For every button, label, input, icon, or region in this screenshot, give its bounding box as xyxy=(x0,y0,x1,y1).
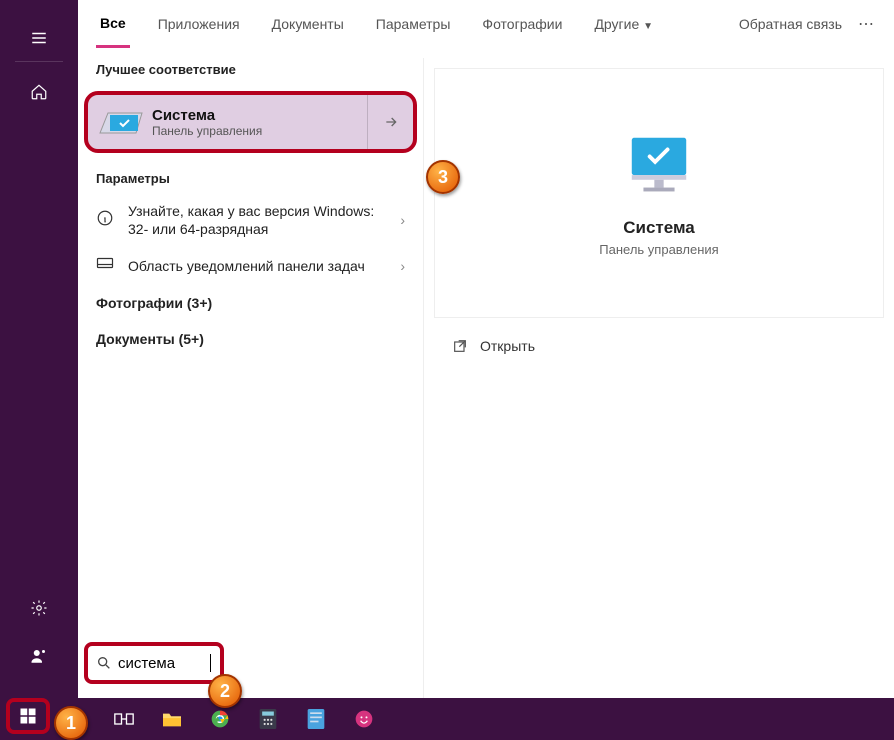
gear-icon[interactable] xyxy=(15,584,63,632)
preview-title: Система xyxy=(623,218,695,238)
list-item-label: Узнайте, какая у вас версия Windows: 32-… xyxy=(128,202,386,238)
notepad-icon[interactable] xyxy=(294,701,338,737)
calculator-icon[interactable] xyxy=(246,701,290,737)
callout-1: 1 xyxy=(54,706,88,740)
result-subtitle: Панель управления xyxy=(152,124,367,138)
open-label: Открыть xyxy=(480,338,535,354)
list-item-label: Область уведомлений панели задач xyxy=(128,257,386,275)
tab-apps[interactable]: Приложения xyxy=(154,2,244,46)
open-action[interactable]: Открыть xyxy=(424,328,894,364)
callout-3: 3 xyxy=(426,160,460,194)
account-icon[interactable] xyxy=(15,632,63,680)
tab-all[interactable]: Все xyxy=(96,1,130,48)
hamburger-icon[interactable] xyxy=(15,14,63,62)
results-column: Лучшее соответствие Система Панель управ… xyxy=(78,48,423,740)
preview-column: Система Панель управления Открыть xyxy=(423,58,894,740)
search-icon xyxy=(96,655,112,671)
search-input[interactable] xyxy=(118,655,204,672)
expand-arrow-icon[interactable] xyxy=(367,95,413,149)
best-match-result[interactable]: Система Панель управления xyxy=(84,91,417,153)
file-explorer-icon[interactable] xyxy=(150,701,194,737)
start-button[interactable] xyxy=(6,698,50,734)
search-box[interactable] xyxy=(84,642,224,684)
result-title: Система xyxy=(152,107,367,124)
more-icon[interactable]: ⋯ xyxy=(858,14,876,34)
search-tabs: Все Приложения Документы Параметры Фотог… xyxy=(78,0,894,48)
open-icon xyxy=(452,338,468,354)
app-icon[interactable] xyxy=(342,701,386,737)
summary-docs[interactable]: Документы (5+) xyxy=(78,321,423,357)
list-item[interactable]: Узнайте, какая у вас версия Windows: 32-… xyxy=(78,194,423,246)
info-icon xyxy=(96,209,114,232)
section-parameters: Параметры xyxy=(78,163,423,194)
summary-photos[interactable]: Фотографии (3+) xyxy=(78,285,423,321)
chevron-right-icon: › xyxy=(400,258,405,274)
taskbar-area-icon xyxy=(96,254,114,277)
tab-docs[interactable]: Документы xyxy=(268,2,348,46)
section-best-match: Лучшее соответствие xyxy=(78,54,423,85)
system-large-icon xyxy=(619,130,699,200)
callout-2: 2 xyxy=(208,674,242,708)
system-icon xyxy=(98,103,146,141)
chevron-right-icon: › xyxy=(400,212,405,228)
taskbar xyxy=(0,698,894,740)
tab-photos[interactable]: Фотографии xyxy=(478,2,566,46)
feedback-link[interactable]: Обратная связь xyxy=(739,16,842,32)
start-sidebar xyxy=(0,0,78,740)
preview-card: Система Панель управления xyxy=(434,68,884,318)
task-view-icon[interactable] xyxy=(102,701,146,737)
tab-other[interactable]: Другие ▼ xyxy=(590,2,657,46)
list-item[interactable]: Область уведомлений панели задач › xyxy=(78,246,423,285)
tab-settings[interactable]: Параметры xyxy=(372,2,455,46)
home-icon[interactable] xyxy=(15,68,63,116)
preview-subtitle: Панель управления xyxy=(599,242,718,257)
